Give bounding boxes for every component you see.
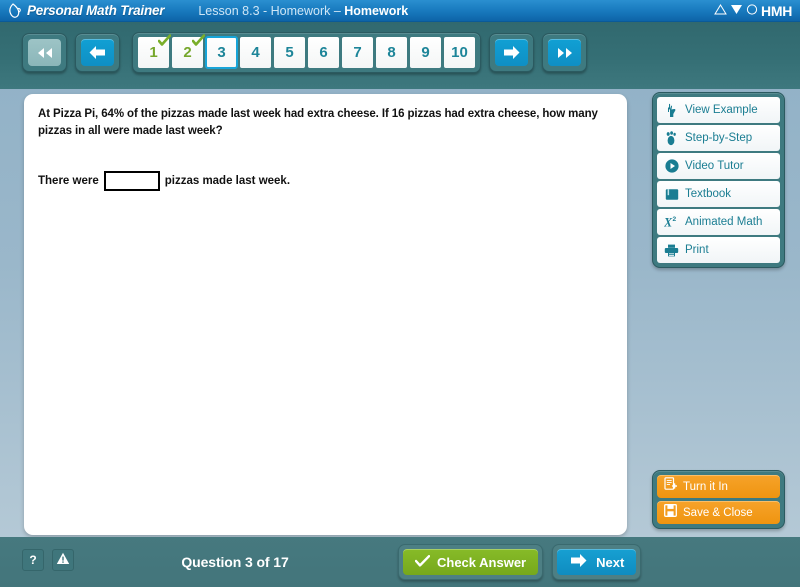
next-label: Next (596, 554, 625, 570)
pointing-hand-icon (664, 103, 679, 118)
page-tile-10[interactable]: 10 (444, 37, 475, 68)
document-submit-icon (664, 477, 678, 496)
question-mark-icon: ? (29, 553, 37, 567)
floppy-disk-icon (664, 503, 677, 522)
page-tile-4[interactable]: 4 (240, 37, 271, 68)
check-icon (414, 554, 431, 570)
page-tile-1[interactable]: 1 (138, 34, 172, 68)
page-number-label: 3 (217, 44, 226, 61)
page-number-list: 1 2 3 4 5 6 7 8 9 10 (132, 32, 481, 73)
app-header: Personal Math Trainer Lesson 8.3 - Homew… (0, 0, 800, 22)
page-tile-5[interactable]: 5 (274, 37, 305, 68)
tool-label: View Example (685, 104, 758, 116)
arrow-right-icon (569, 553, 589, 571)
page-tile-7[interactable]: 7 (342, 37, 373, 68)
previous-page-button[interactable] (75, 33, 120, 72)
submit-label: Save & Close (683, 506, 753, 519)
page-tile-9[interactable]: 9 (410, 37, 441, 68)
navigation-strip: 1 2 3 4 5 6 7 8 9 10 (0, 22, 800, 89)
next-button[interactable]: Next (557, 549, 637, 575)
tool-label: Print (685, 244, 709, 256)
print-button[interactable]: Print (657, 237, 780, 263)
lesson-name: Homework (344, 3, 409, 18)
chevron-left-icon (81, 39, 114, 66)
tool-label: Step-by-Step (685, 132, 753, 144)
check-icon (191, 34, 206, 47)
submit-panel: Turn it In Save & Close (652, 470, 785, 529)
answer-input[interactable] (103, 171, 160, 192)
answer-prefix-label: There were (38, 175, 99, 188)
page-number-label: 8 (387, 44, 396, 61)
lesson-prefix: Lesson 8.3 - Homework – (198, 3, 345, 18)
page-tile-2[interactable]: 2 (172, 34, 206, 68)
animated-math-button[interactable]: X 2 Animated Math (657, 209, 780, 235)
page-tile-6[interactable]: 6 (308, 37, 339, 68)
check-answer-label: Check Answer (437, 554, 527, 570)
page-number-label: 2 (183, 44, 192, 61)
hmh-brand: HMH (714, 0, 792, 22)
video-tutor-button[interactable]: Video Tutor (657, 153, 780, 179)
last-page-button[interactable] (542, 33, 587, 72)
question-prompt: At Pizza Pi, 64% of the pizzas made last… (38, 108, 598, 137)
lesson-breadcrumb: Lesson 8.3 - Homework – Homework (198, 4, 408, 18)
wedge-icon (730, 2, 743, 20)
page-number-label: 5 (285, 44, 294, 61)
check-icon (157, 34, 172, 47)
answer-row: There were pizzas made last week. (38, 171, 613, 192)
check-answer-button[interactable]: Check Answer (403, 549, 539, 575)
double-chevron-right-icon (548, 39, 581, 66)
x-squared-icon: X 2 (664, 215, 679, 229)
printer-icon (664, 244, 679, 257)
turn-it-in-button[interactable]: Turn it In (657, 475, 780, 498)
footer-actions: Check Answer Next (398, 544, 642, 580)
page-tile-8[interactable]: 8 (376, 37, 407, 68)
step-by-step-button[interactable]: Step-by-Step (657, 125, 780, 151)
page-number-label: 6 (319, 44, 328, 61)
save-and-close-button[interactable]: Save & Close (657, 501, 780, 524)
pitcher-logo-icon (8, 2, 22, 19)
check-answer-holder: Check Answer (398, 544, 544, 580)
navigation-row: 1 2 3 4 5 6 7 8 9 10 (22, 32, 587, 73)
view-example-button[interactable]: View Example (657, 97, 780, 123)
tool-label: Animated Math (685, 216, 763, 228)
page-number-label: 4 (251, 44, 260, 61)
svg-text:2: 2 (672, 216, 676, 223)
double-chevron-left-icon (28, 39, 61, 66)
app-logo[interactable]: Personal Math Trainer (8, 2, 165, 19)
footer-bar: ? Question 3 of 17 Check Answer Next (0, 537, 800, 587)
warning-triangle-icon (56, 552, 70, 568)
question-panel: At Pizza Pi, 64% of the pizzas made last… (24, 94, 627, 535)
play-circle-icon (664, 159, 679, 173)
textbook-button[interactable]: Textbook (657, 181, 780, 207)
page-number-label: 9 (421, 44, 430, 61)
triangle-icon (714, 2, 727, 20)
help-button[interactable]: ? (22, 549, 44, 571)
tool-label: Textbook (685, 188, 732, 200)
next-page-button[interactable] (489, 33, 534, 72)
chevron-right-icon (495, 39, 528, 66)
footprint-icon (664, 130, 679, 146)
book-icon (664, 188, 679, 201)
circle-icon (746, 2, 758, 20)
submit-label: Turn it In (683, 480, 728, 493)
tools-panel: View Example Step-by-Step Video Tutor Te… (652, 92, 785, 268)
first-page-button[interactable] (22, 33, 67, 72)
answer-suffix-label: pizzas made last week. (164, 175, 291, 188)
page-number-label: 10 (451, 44, 468, 61)
app-logo-text: Personal Math Trainer (27, 3, 165, 18)
page-number-label: 7 (353, 44, 362, 61)
next-holder: Next (552, 544, 642, 580)
page-tile-3[interactable]: 3 (205, 36, 238, 69)
hmh-text: HMH (761, 3, 792, 19)
alert-button[interactable] (52, 549, 74, 571)
page-number-label: 1 (149, 44, 158, 61)
tool-label: Video Tutor (685, 160, 744, 172)
